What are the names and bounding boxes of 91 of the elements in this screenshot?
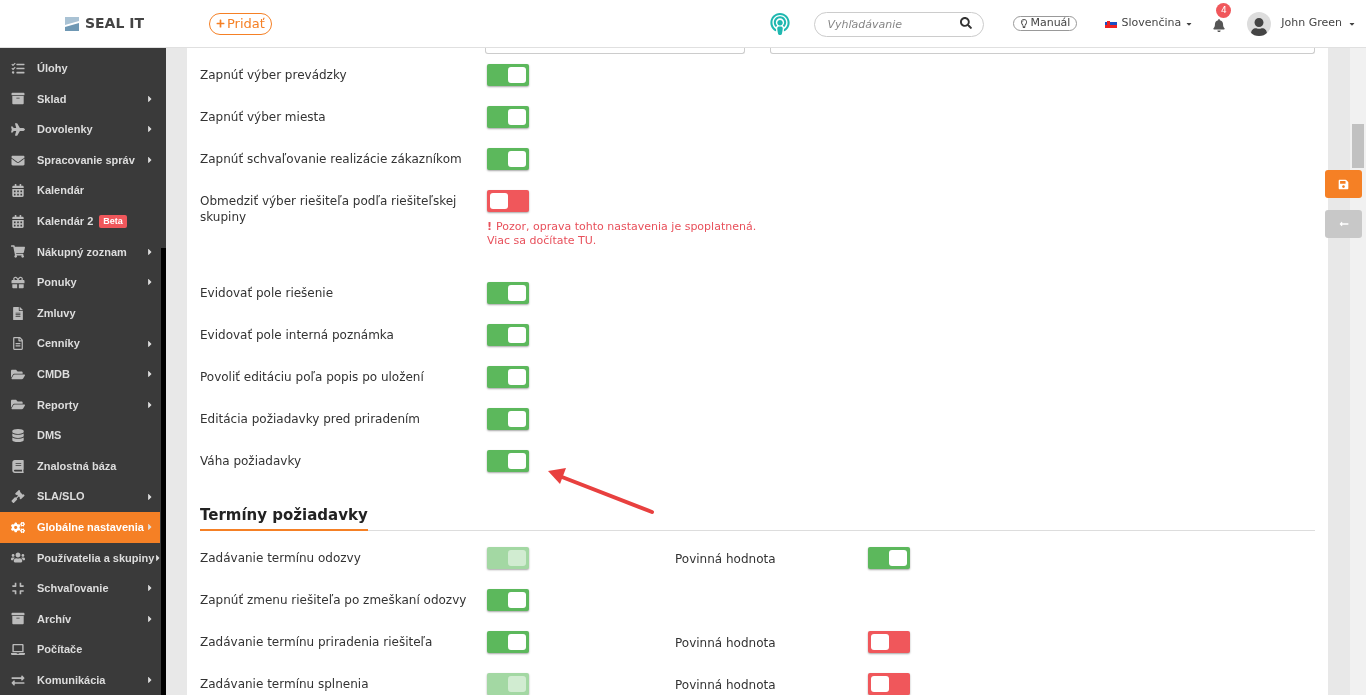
envelope-icon — [11, 153, 25, 167]
setting-label: Obmedziť výber riešiteľa podľa riešiteľskej skupiny — [200, 193, 458, 225]
setting-label: Povoliť editáciu poľa popis po uložení — [200, 369, 425, 385]
setting-label: Povinná hodnota — [675, 550, 777, 568]
search-field[interactable]: Vyhľadávanie — [814, 12, 985, 37]
sidebar-item[interactable]: Ponuky — [0, 267, 160, 298]
setting-label: Zadávanie termínu odozvy — [200, 549, 362, 566]
setting-label: Povinná hodnota — [675, 634, 777, 652]
gavel-icon — [11, 490, 25, 504]
person-silhouette-icon — [1250, 17, 1269, 36]
compress-arrows-icon — [11, 581, 25, 595]
sidebar-item[interactable]: Úlohy — [0, 53, 160, 84]
sidebar-item[interactable]: Používatelia a skupiny — [0, 542, 160, 574]
plus-icon — [216, 19, 225, 28]
calendar-icon — [11, 184, 25, 198]
lightbulb-icon — [1020, 19, 1029, 28]
sidebar-item[interactable]: Počítače — [0, 634, 160, 665]
document-icon — [11, 306, 25, 320]
cart-icon — [11, 245, 25, 259]
scrollbar-thumb[interactable] — [1352, 124, 1364, 168]
toggle-switch[interactable] — [487, 408, 529, 430]
gears-icon — [11, 520, 25, 534]
document-icon — [11, 337, 25, 351]
archive-box-icon — [11, 92, 25, 106]
sidebar-item[interactable]: Dovolenky — [0, 114, 160, 145]
search-icon[interactable] — [960, 17, 973, 29]
plane-icon — [11, 123, 25, 136]
toggle-switch[interactable] — [487, 190, 529, 212]
sidebar-item[interactable]: Cenníky — [0, 328, 160, 359]
toggle-switch[interactable] — [487, 366, 529, 388]
database-icon — [11, 428, 25, 442]
sidebar-item[interactable]: Archív — [0, 603, 160, 635]
setting-label: Zapnúť výber miesta — [200, 109, 327, 125]
save-button[interactable] — [1325, 170, 1362, 198]
notification-bell-icon[interactable] — [1213, 19, 1226, 32]
toggle-switch[interactable] — [487, 324, 529, 346]
list-icon — [11, 61, 25, 75]
toggle-switch[interactable] — [487, 450, 529, 472]
folder-icon — [11, 367, 25, 381]
exchange-arrows-icon — [11, 673, 25, 687]
sidebar-item[interactable]: Kalendár 2 Beta — [0, 205, 160, 237]
setting-label: Zapnúť zmenu riešiteľa po zmeškaní odozvy — [200, 591, 468, 608]
archive-box-icon — [11, 612, 25, 626]
beta-badge: Beta — [99, 214, 127, 228]
logo-icon — [62, 14, 81, 33]
toggle-switch[interactable] — [487, 282, 529, 304]
setting-label: Evidovať pole riešenie — [200, 285, 335, 301]
sidebar-item[interactable]: DMS — [0, 420, 160, 451]
podcast-icon[interactable] — [770, 12, 791, 35]
gift-icon — [11, 275, 25, 289]
toggle-switch[interactable] — [487, 630, 529, 653]
sidebar-item[interactable]: Schvaľovanie — [0, 573, 160, 604]
back-button[interactable] — [1325, 210, 1362, 238]
users-icon — [11, 551, 25, 565]
laptop-icon — [11, 643, 25, 657]
calendar-icon — [11, 214, 25, 228]
sidebar-item[interactable]: CMDB — [0, 358, 160, 390]
sidebar-item[interactable]: Sklad — [0, 83, 160, 115]
sidebar-item[interactable]: Nákupný zoznam — [0, 236, 160, 268]
setting-label: Editácia požiadavky pred priradením — [200, 411, 422, 427]
sidebar-item[interactable]: Spracovanie správ — [0, 144, 160, 176]
sidebar-item[interactable]: Kalendár — [0, 175, 160, 206]
setting-label: Povinná hodnota — [675, 676, 777, 694]
more-info-link[interactable]: TU — [578, 234, 593, 247]
flag-icon — [1105, 19, 1118, 28]
sidebar-item[interactable]: Komunikácia — [0, 664, 160, 695]
setting-label: Zadávanie termínu splnenia — [200, 675, 370, 692]
toggle-switch[interactable] — [868, 630, 910, 653]
warning-message: ! Pozor, oprava tohto nastavenia je spoplatnená. Viac sa dočítate TU. — [487, 220, 758, 248]
setting-label: Zapnúť výber prevádzky — [200, 67, 348, 83]
notification-count: 4 — [1216, 3, 1232, 18]
setting-label: Zadávanie termínu priradenia riešiteľa — [200, 633, 434, 650]
input-field[interactable] — [485, 48, 745, 54]
toggle-switch[interactable] — [487, 64, 529, 86]
book-icon — [11, 459, 25, 473]
setting-label: Zapnúť schvaľovanie realizácie zákazníkom — [200, 151, 463, 167]
sidebar-item[interactable]: SLA/SLO — [0, 481, 160, 512]
language-dropdown[interactable]: Slovenčina — [1105, 15, 1194, 32]
toggle-switch[interactable] — [487, 106, 529, 128]
logo-text: SEAL IT — [84, 14, 144, 33]
setting-label: Váha požiadavky — [200, 453, 303, 469]
sidebar-item[interactable]: Zmluvy — [0, 297, 160, 329]
sidebar-item[interactable]: Reporty — [0, 389, 160, 421]
toggle-switch[interactable] — [487, 148, 529, 170]
input-field[interactable] — [770, 48, 1315, 54]
toggle-switch[interactable] — [487, 588, 529, 611]
folder-icon — [11, 398, 25, 412]
sidebar-item[interactable]: Znalostná báza — [0, 450, 160, 482]
section-title: Termíny požiadavky — [200, 504, 368, 531]
user-menu[interactable]: John Green — [1281, 15, 1356, 32]
setting-label: Evidovať pole interná poznámka — [200, 327, 395, 343]
